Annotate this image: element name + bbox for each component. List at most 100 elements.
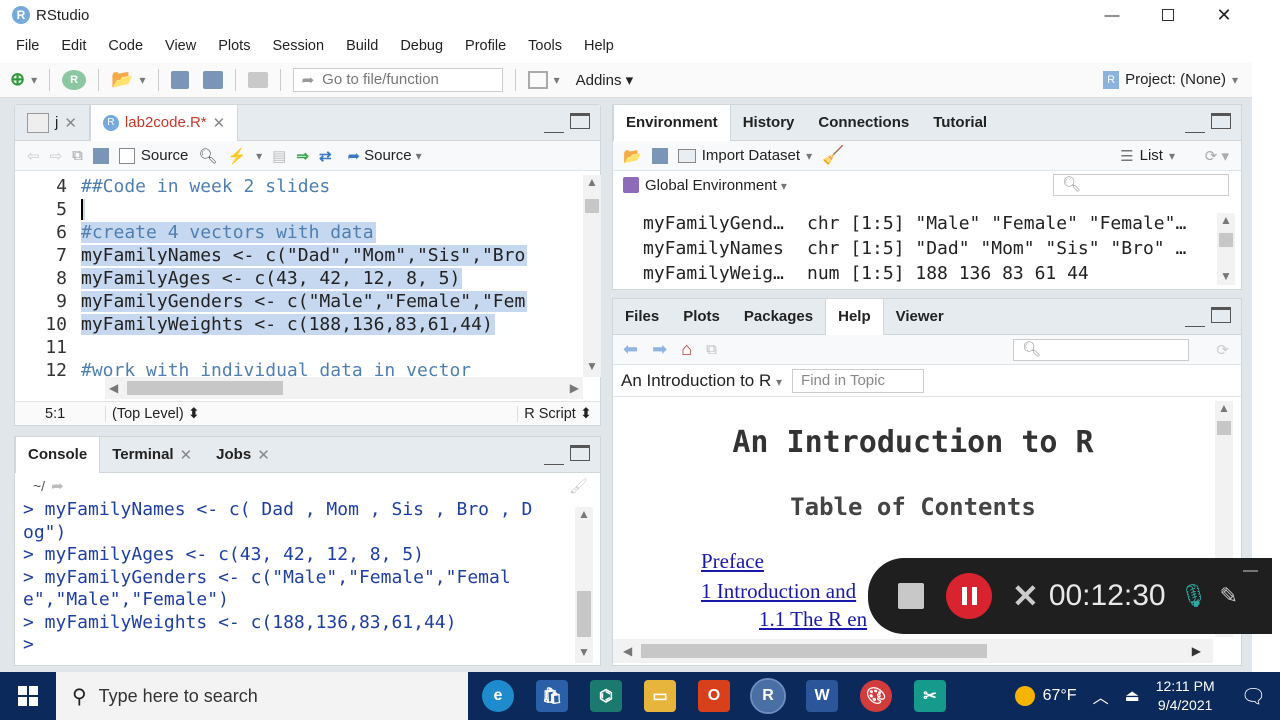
menu-build[interactable]: Build [346, 38, 378, 54]
tab-tutorial[interactable]: Tutorial [921, 105, 999, 141]
new-file-dropdown-icon[interactable]: ▾ [31, 73, 37, 87]
tray-chevron-icon[interactable]: ︿ [1093, 684, 1109, 708]
list-view-button[interactable]: ☰ List ▾ [1120, 147, 1175, 165]
wand-icon[interactable]: ⚡ [227, 147, 246, 165]
save-workspace-icon[interactable] [651, 147, 668, 164]
editor-vscroll[interactable]: ▲ ▼ [583, 175, 601, 377]
code-line[interactable]: 8 myFamilyAges <- c(43, 42, 12, 8, 5) [15, 267, 583, 290]
goto-file-input[interactable]: ➦ Go to file/function [292, 67, 503, 92]
code-editor[interactable]: 4 ##Code in week 2 slides 5 6 #create 4 vect… [15, 175, 583, 377]
tab-plots[interactable]: Plots [671, 299, 732, 335]
help-link-preface[interactable]: Preface [701, 549, 764, 574]
start-button[interactable] [0, 672, 56, 720]
menu-session[interactable]: Session [272, 38, 324, 54]
search-icon[interactable]: 🔍︎ [198, 147, 217, 165]
file-explorer-icon[interactable]: ▭ [644, 680, 676, 712]
tab-terminal[interactable]: Terminal ✕ [100, 437, 204, 473]
help-back-icon[interactable]: ⬅ [623, 339, 638, 360]
code-line[interactable]: 11 [15, 336, 583, 359]
tab-packages[interactable]: Packages [732, 299, 825, 335]
filetype-selector[interactable]: R Script ⬍ [517, 405, 592, 422]
help-hscroll[interactable]: ◀ ▶ [613, 639, 1213, 663]
save-icon[interactable] [92, 147, 109, 164]
scope-selector[interactable]: (Top Level) ⬍ [105, 405, 200, 422]
maximize-pane-icon[interactable] [1211, 113, 1231, 129]
goto-dir-icon[interactable]: ➦ [51, 477, 64, 495]
environment-row[interactable]: myFamilyGend… chr [1:5] "Male" "Female" "… [643, 211, 1215, 236]
rstudio-taskbar-icon[interactable]: R [750, 678, 786, 714]
menu-debug[interactable]: Debug [400, 38, 443, 54]
pen-icon[interactable]: ✎ [1220, 583, 1238, 609]
refresh-icon[interactable]: ⟳ [1216, 341, 1229, 359]
code-line[interactable]: 7 myFamilyNames <- c("Dad","Mom","Sis","B… [15, 244, 583, 267]
rerun-icon[interactable]: ⇄ [319, 147, 332, 165]
close-tab-icon[interactable]: ✕ [213, 114, 226, 132]
environment-scope-selector[interactable]: Global Environment ▾ [645, 177, 787, 194]
new-file-icon[interactable]: ⊕ [10, 69, 25, 90]
help-link-introduction[interactable]: 1 Introduction and [701, 579, 856, 604]
run-icon[interactable]: ⇒ [296, 147, 309, 165]
open-dropdown-icon[interactable]: ▾ [140, 73, 146, 87]
source-button[interactable]: ➦ Source ▾ [348, 147, 422, 165]
broom-icon[interactable]: 🧹 [822, 145, 844, 166]
new-project-icon[interactable]: R [62, 69, 87, 90]
weather-temp[interactable]: 67°F [1043, 687, 1077, 705]
find-in-topic-input[interactable]: Find in Topic [792, 368, 925, 393]
load-workspace-icon[interactable]: 📂 [623, 147, 642, 165]
environment-row[interactable]: myFamilyWeig… num [1:5] 188 136 83 61 44 [643, 261, 1215, 286]
home-icon[interactable]: ⌂ [681, 339, 692, 360]
show-in-window-icon[interactable]: ⧉ [706, 341, 717, 358]
console-vscroll[interactable]: ▲ ▼ [575, 507, 593, 663]
environment-row[interactable]: myFamilyNames chr [1:5] "Dad" "Mom" "Sis"… [643, 236, 1215, 261]
code-line[interactable]: 4 ##Code in week 2 slides [15, 175, 583, 198]
taskbar-search-box[interactable]: ⚲ Type here to search [56, 672, 468, 720]
environment-vscroll[interactable]: ▲ ▼ [1217, 213, 1235, 285]
minimize-recorder-icon[interactable]: — [1243, 562, 1258, 579]
menu-edit[interactable]: Edit [61, 38, 86, 54]
save-all-icon[interactable] [202, 70, 223, 89]
source-on-save-checkbox[interactable] [118, 147, 135, 164]
tab-console[interactable]: Console [15, 436, 101, 473]
back-arrow-icon[interactable]: ⇦ [27, 147, 40, 165]
clear-console-icon[interactable]: 🖌︎ [569, 477, 588, 495]
close-button[interactable]: ✕ [1196, 0, 1252, 30]
tab-connections[interactable]: Connections [806, 105, 921, 141]
paint-icon[interactable]: 🎨︎ [860, 680, 892, 712]
close-tab-icon[interactable]: ✕ [180, 446, 193, 464]
minimize-pane-icon[interactable] [544, 119, 564, 133]
project-menu[interactable]: R Project: (None) ▾ [1103, 70, 1238, 89]
minimize-pane-icon[interactable] [544, 451, 564, 465]
maximize-pane-icon[interactable] [570, 445, 590, 461]
compile-report-icon[interactable]: ▤ [272, 147, 286, 165]
maximize-pane-icon[interactable] [570, 113, 590, 129]
cancel-record-icon[interactable]: ✕ [1012, 577, 1039, 615]
menu-profile[interactable]: Profile [465, 38, 506, 54]
office-icon[interactable]: O [698, 680, 730, 712]
tab-environment[interactable]: Environment [613, 104, 731, 141]
tab-jobs[interactable]: Jobs ✕ [204, 437, 282, 473]
code-line[interactable]: 10 myFamilyWeights <- c(188,136,83,61,44) [15, 313, 583, 336]
help-forward-icon[interactable]: ➡ [652, 339, 667, 360]
notifications-icon[interactable]: 🗨︎ [1241, 684, 1266, 709]
microphone-icon[interactable]: 🎙︎ [1180, 583, 1208, 609]
print-icon[interactable] [247, 71, 268, 88]
menu-help[interactable]: Help [584, 38, 614, 54]
maximize-pane-icon[interactable] [1211, 307, 1231, 323]
tab-lab2code[interactable]: R lab2code.R* ✕ [89, 104, 239, 141]
weather-icon[interactable] [1014, 686, 1035, 706]
code-line[interactable]: 6 #create 4 vectors with data [15, 221, 583, 244]
code-line[interactable]: 5 [15, 198, 583, 221]
addins-button[interactable]: Addins ▾ [576, 71, 634, 89]
console-output[interactable]: > myFamilyNames <- c( Dad , Mom , Sis , … [23, 499, 573, 659]
show-in-window-icon[interactable]: ⧉ [72, 147, 83, 164]
stop-record-button[interactable] [898, 583, 924, 609]
word-icon[interactable]: W [806, 680, 838, 712]
open-folder-icon[interactable]: 📂 [111, 69, 133, 90]
menu-code[interactable]: Code [108, 38, 143, 54]
minimize-pane-icon[interactable] [1185, 119, 1205, 133]
layout-dropdown-icon[interactable]: ▾ [554, 73, 560, 87]
minimize-pane-icon[interactable] [1185, 313, 1205, 327]
import-dataset-button[interactable]: Import Dataset ▾ [677, 147, 812, 164]
pause-record-button[interactable] [946, 573, 992, 619]
menu-view[interactable]: View [165, 38, 196, 54]
